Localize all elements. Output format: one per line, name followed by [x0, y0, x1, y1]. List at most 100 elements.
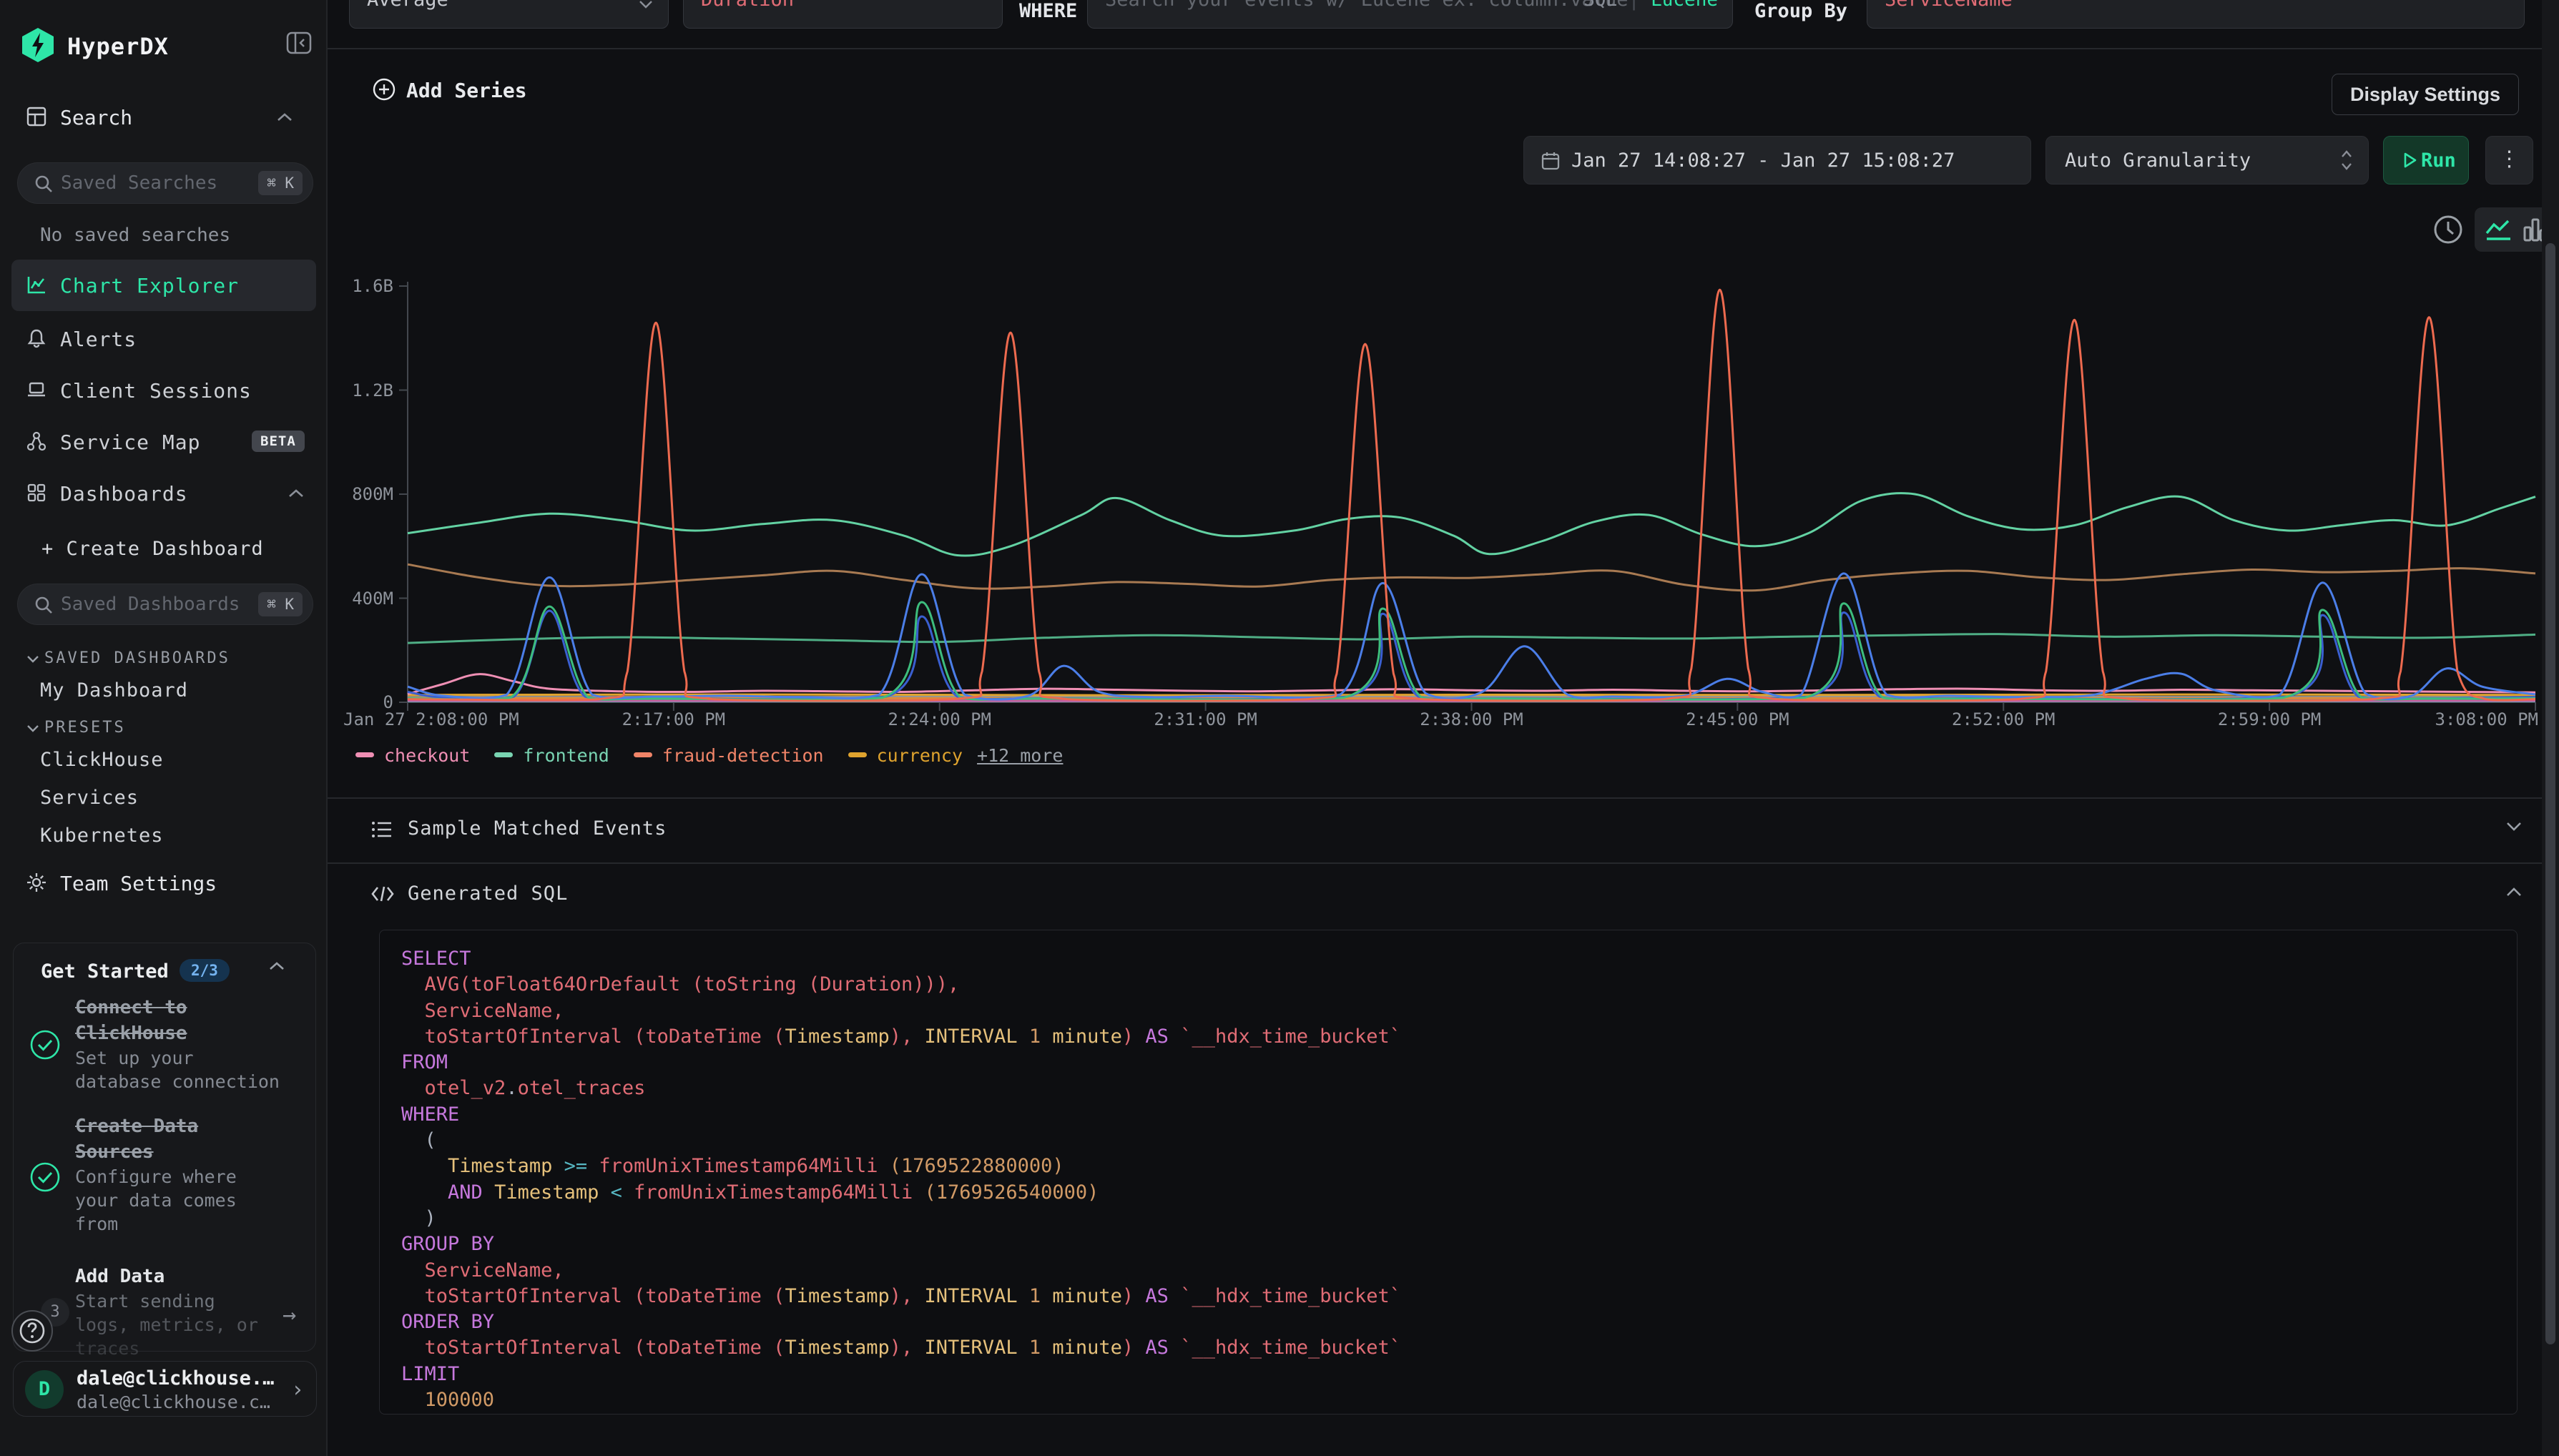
onboarding-step-add-data[interactable]: Add Data Start sending logs, metrics, or… [75, 1264, 290, 1360]
add-series-button[interactable]: Add Series [372, 77, 527, 112]
legend-swatch [494, 752, 513, 757]
x-tick-label: 2:52:00 PM [1952, 709, 2055, 729]
series-line-series-7 [408, 611, 2535, 699]
sidebar-item-service-map[interactable]: Service Map BETA [11, 416, 316, 468]
run-button[interactable]: Run [2383, 136, 2469, 185]
sql-line: ORDER BY [401, 1309, 2517, 1335]
granularity-select[interactable]: Auto Granularity [2045, 136, 2369, 185]
legend-item-frontend[interactable]: frontend [494, 745, 609, 766]
query-language-toggle[interactable]: SQL | Lucene [1583, 0, 1718, 11]
sql-line: AND Timestamp < fromUnixTimestamp64Milli… [401, 1180, 2517, 1206]
no-saved-searches-text: No saved searches [40, 225, 230, 246]
sql-line: GROUP BY [401, 1231, 2517, 1257]
timeseries-chart[interactable] [408, 286, 2535, 702]
sql-line: toStartOfInterval (toDateTime (Timestamp… [401, 1024, 2517, 1050]
progress-badge: 2/3 [180, 959, 230, 982]
y-tick-label: 800M [328, 484, 393, 504]
sidebar-item-client-sessions[interactable]: Client Sessions [11, 365, 316, 416]
chart-legend: checkout frontend fraud-detection currency +… [355, 745, 1063, 769]
generated-sql-panel[interactable]: SELECT AVG(toFloat64OrDefault (toString … [379, 930, 2518, 1415]
saved-dashboards-search[interactable]: ⌘ K [17, 584, 313, 625]
legend-more-link[interactable]: +12 more [977, 745, 1063, 766]
create-dashboard-button[interactable]: + Create Dashboard [41, 538, 264, 560]
generated-sql-header[interactable]: Generated SQL [328, 862, 2542, 928]
hyperdx-logo-icon [21, 27, 54, 63]
legend-item-fraud-detection[interactable]: fraud-detection [634, 745, 824, 766]
sql-line: ServiceName, [401, 998, 2517, 1024]
aggregation-select[interactable]: Average [349, 0, 669, 29]
beta-badge: BETA [252, 431, 305, 452]
sql-line: FROM [401, 1050, 2517, 1076]
preset-item-kubernetes[interactable]: Kubernetes [40, 825, 164, 847]
legend-swatch [848, 752, 867, 757]
scrollbar-thumb[interactable] [2545, 243, 2555, 1344]
x-tick-label: 2:31:00 PM [1154, 709, 1257, 729]
scrollbar[interactable] [2542, 0, 2559, 1456]
chevron-down-icon [638, 0, 654, 9]
help-button[interactable] [11, 1310, 53, 1352]
sql-line: 100000 [401, 1387, 2517, 1413]
sql-line: toStartOfInterval (toDateTime (Timestamp… [401, 1284, 2517, 1309]
chevron-up-icon[interactable] [268, 960, 285, 972]
display-settings-button[interactable]: Display Settings [2332, 74, 2519, 115]
chevron-down-icon [26, 723, 40, 733]
bell-icon [26, 328, 47, 349]
question-icon [13, 1312, 51, 1350]
app-header: HyperDX [21, 27, 308, 64]
search-icon [34, 174, 54, 194]
main-content: Average Duration WHERE Search your event… [328, 0, 2542, 1456]
check-circle-icon [29, 1161, 61, 1193]
x-tick-label: 2:17:00 PM [622, 709, 726, 729]
get-started-card: Get Started 2/3 Connect to ClickHouse Se… [13, 943, 316, 1352]
y-tick-label: 400M [328, 589, 393, 609]
divider [328, 48, 2542, 49]
section-presets[interactable]: PRESETS [44, 719, 126, 737]
y-tick-label: 1.6B [328, 276, 393, 296]
x-tick-label: 2:59:00 PM [2218, 709, 2322, 729]
chevron-up-icon [288, 488, 305, 499]
date-range-button[interactable]: Jan 27 14:08:27 - Jan 27 15:08:27 [1523, 136, 2031, 185]
select-chevrons-icon [2339, 148, 2354, 172]
preset-item-services[interactable]: Services [40, 787, 139, 809]
dashboard-item-my-dashboard[interactable]: My Dashboard [40, 679, 188, 702]
legend-item-currency[interactable]: currency [848, 745, 963, 766]
sidebar-item-dashboards[interactable]: Dashboards [11, 468, 316, 519]
search-query-input[interactable]: Search your events w/ Lucene ex: column:… [1087, 0, 1733, 29]
series-line-frontend [408, 493, 2535, 556]
calendar-icon [1540, 150, 1561, 172]
sidebar-item-team-settings[interactable]: Team Settings [0, 862, 328, 907]
saved-searches-input[interactable] [61, 163, 254, 203]
sidebar-item-alerts[interactable]: Alerts [11, 313, 316, 365]
saved-dashboards-input[interactable] [61, 584, 254, 624]
check-circle-icon [29, 1029, 61, 1061]
sample-matched-events-header[interactable]: Sample Matched Events [328, 797, 2542, 862]
preset-item-clickhouse[interactable]: ClickHouse [40, 749, 164, 771]
field-input[interactable]: Duration [683, 0, 1003, 29]
kbd-shortcut: ⌘ K [258, 592, 303, 616]
clock-icon[interactable] [2430, 212, 2466, 247]
saved-searches-search[interactable]: ⌘ K [17, 162, 313, 204]
sql-line: SELECT [401, 946, 2517, 972]
arrow-right-icon: → [283, 1301, 296, 1328]
x-tick-label: 2:24:00 PM [888, 709, 992, 729]
search-table-icon [26, 106, 47, 127]
sidebar-section-search[interactable]: Search [0, 96, 328, 142]
chevron-up-icon [2505, 885, 2523, 898]
app-title: HyperDX [67, 33, 169, 60]
user-menu[interactable]: D dale@clickhouse.… dale@clickhouse.c… › [13, 1361, 317, 1417]
more-options-button[interactable]: ⋮ [2485, 136, 2533, 185]
legend-label: checkout [384, 745, 470, 766]
gear-icon [26, 872, 47, 893]
section-saved-dashboards[interactable]: SAVED DASHBOARDS [44, 649, 230, 667]
avatar: D [25, 1370, 64, 1409]
onboarding-step-connect[interactable]: Connect to ClickHouse Set up your databa… [75, 995, 290, 1093]
code-icon [370, 884, 395, 904]
collapse-sidebar-icon[interactable] [285, 29, 313, 57]
group-by-input[interactable]: ServiceName [1867, 0, 2525, 29]
sql-code: SELECT AVG(toFloat64OrDefault (toString … [401, 946, 2517, 1413]
legend-item-checkout[interactable]: checkout [355, 745, 470, 766]
onboarding-step-sources[interactable]: Create Data Sources Configure where your… [75, 1113, 290, 1236]
sidebar-item-chart-explorer[interactable]: Chart Explorer [11, 260, 316, 311]
chevron-down-icon [26, 654, 40, 664]
line-chart-icon[interactable] [2485, 217, 2513, 242]
